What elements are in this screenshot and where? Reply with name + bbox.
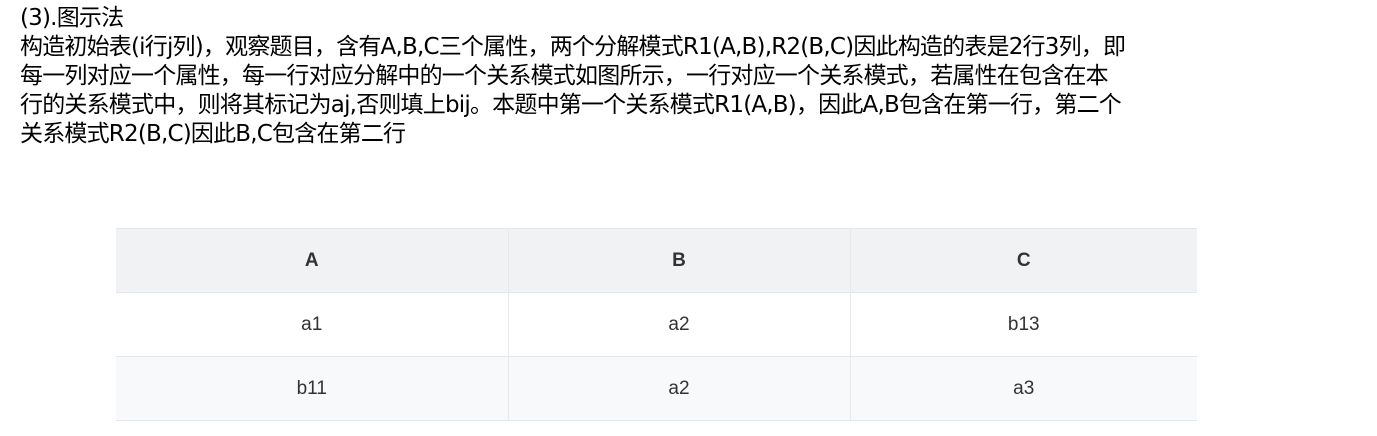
initial-table: A B C a1 a2 b13 b11 a2 a3: [116, 228, 1197, 421]
table-cell: a2: [507, 356, 850, 421]
column-header-b: B: [507, 228, 850, 293]
table-cell: b11: [116, 356, 508, 421]
table-cell: b13: [849, 292, 1197, 357]
section-heading: (3).图示法: [20, 5, 124, 31]
table-cell: a3: [849, 356, 1197, 421]
initial-table-container: A B C a1 a2 b13 b11 a2 a3: [116, 228, 1197, 421]
table-row: b11 a2 a3: [116, 356, 1197, 421]
paragraph-line-1: 构造初始表(i行j列)，观察题目，含有A,B,C三个属性，两个分解模式R1(A,…: [20, 34, 1126, 60]
table-cell: a2: [507, 292, 850, 357]
table-cell: a1: [116, 292, 508, 357]
paragraph-line-4: 关系模式R2(B,C)因此B,C包含在第二行: [20, 121, 406, 147]
explanation-text: (3).图示法 构造初始表(i行j列)，观察题目，含有A,B,C三个属性，两个分…: [20, 4, 1365, 149]
table-row: a1 a2 b13: [116, 292, 1197, 357]
column-header-c: C: [849, 228, 1197, 293]
table-header-row: A B C: [116, 228, 1197, 293]
paragraph-line-3: 行的关系模式中，则将其标记为aj,否则填上bij。本题中第一个关系模式R1(A,…: [20, 92, 1122, 118]
paragraph-line-2: 每一列对应一个属性，每一行对应分解中的一个关系模式如图所示，一行对应一个关系模式…: [20, 63, 1109, 89]
column-header-a: A: [116, 228, 508, 293]
